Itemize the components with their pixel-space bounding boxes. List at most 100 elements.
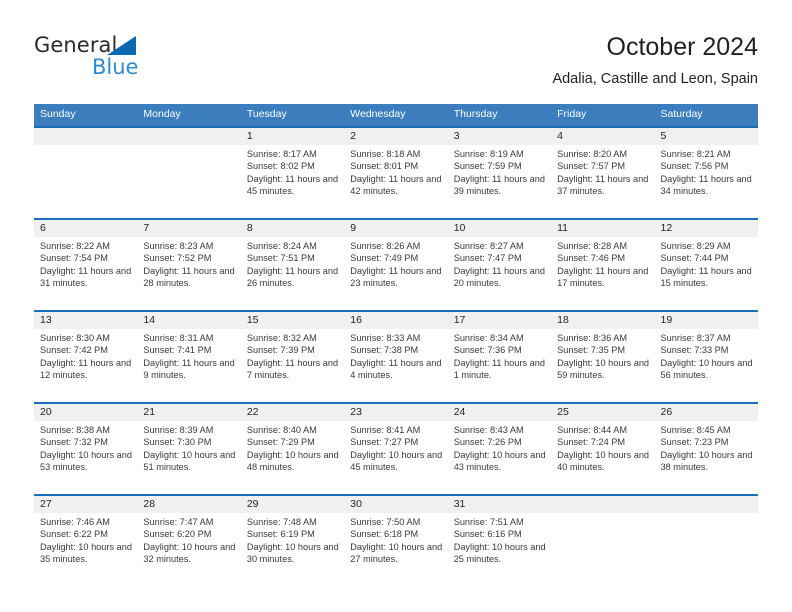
daylight-text: Daylight: 11 hours and 37 minutes. <box>557 173 649 197</box>
daylight-text: Daylight: 11 hours and 31 minutes. <box>40 265 132 289</box>
sunrise-text: Sunrise: 8:21 AM <box>660 149 731 159</box>
daylight-text: Daylight: 11 hours and 7 minutes. <box>246 357 339 381</box>
day-cell[interactable] <box>654 496 758 586</box>
day-details: Sunrise: 7:48 AM Sunset: 6:19 PM Dayligh… <box>241 513 344 566</box>
day-number: 13 <box>34 312 138 329</box>
week-row: 6 Sunrise: 8:22 AM Sunset: 7:54 PM Dayli… <box>34 218 758 310</box>
day-details: Sunrise: 8:20 AM Sunset: 7:57 PM Dayligh… <box>551 145 654 198</box>
day-number: 26 <box>654 404 758 421</box>
daylight-text: Daylight: 10 hours and 40 minutes. <box>557 449 650 473</box>
week-row: 20 Sunrise: 8:38 AM Sunset: 7:32 PM Dayl… <box>34 402 758 494</box>
day-cell[interactable]: 15 Sunrise: 8:32 AM Sunset: 7:39 PM Dayl… <box>240 312 345 402</box>
day-cell[interactable]: 22 Sunrise: 8:40 AM Sunset: 7:29 PM Dayl… <box>240 404 345 494</box>
day-cell[interactable]: 5 Sunrise: 8:21 AM Sunset: 7:56 PM Dayli… <box>654 128 758 218</box>
day-cell[interactable]: 19 Sunrise: 8:37 AM Sunset: 7:33 PM Dayl… <box>654 312 758 402</box>
daylight-text: Daylight: 10 hours and 32 minutes. <box>143 541 236 565</box>
day-cell[interactable]: 6 Sunrise: 8:22 AM Sunset: 7:54 PM Dayli… <box>34 220 138 310</box>
day-details <box>34 145 137 148</box>
day-cell[interactable]: 12 Sunrise: 8:29 AM Sunset: 7:44 PM Dayl… <box>654 220 758 310</box>
day-details: Sunrise: 8:26 AM Sunset: 7:49 PM Dayligh… <box>344 237 447 290</box>
day-cell[interactable]: 17 Sunrise: 8:34 AM Sunset: 7:36 PM Dayl… <box>447 312 552 402</box>
day-cell[interactable]: 23 Sunrise: 8:41 AM Sunset: 7:27 PM Dayl… <box>344 404 448 494</box>
page-subtitle: Adalia, Castille and Leon, Spain <box>552 71 758 87</box>
day-details: Sunrise: 8:27 AM Sunset: 7:47 PM Dayligh… <box>448 237 551 290</box>
day-cell[interactable]: 7 Sunrise: 8:23 AM Sunset: 7:52 PM Dayli… <box>137 220 241 310</box>
sunset-text: Sunset: 7:47 PM <box>453 253 522 264</box>
day-cell[interactable]: 28 Sunrise: 7:47 AM Sunset: 6:20 PM Dayl… <box>137 496 241 586</box>
sunrise-text: Sunrise: 8:43 AM <box>453 425 524 435</box>
sunrise-text: Sunrise: 8:23 AM <box>143 241 214 251</box>
day-details: Sunrise: 8:37 AM Sunset: 7:33 PM Dayligh… <box>655 329 758 382</box>
sunrise-text: Sunrise: 8:31 AM <box>143 333 214 343</box>
sunrise-text: Sunrise: 8:27 AM <box>453 241 524 251</box>
sunset-text: Sunset: 7:49 PM <box>350 253 419 264</box>
day-number: 25 <box>551 404 655 421</box>
day-cell[interactable]: 21 Sunrise: 8:39 AM Sunset: 7:30 PM Dayl… <box>137 404 241 494</box>
day-cell[interactable]: 18 Sunrise: 8:36 AM Sunset: 7:35 PM Dayl… <box>551 312 655 402</box>
day-cell[interactable]: 11 Sunrise: 8:28 AM Sunset: 7:46 PM Dayl… <box>551 220 655 310</box>
day-details: Sunrise: 8:31 AM Sunset: 7:41 PM Dayligh… <box>137 329 240 382</box>
day-cell[interactable]: 25 Sunrise: 8:44 AM Sunset: 7:24 PM Dayl… <box>551 404 655 494</box>
general-blue-logo[interactable]: General Blue <box>34 33 214 89</box>
day-details: Sunrise: 8:30 AM Sunset: 7:42 PM Dayligh… <box>34 329 137 382</box>
day-number: 12 <box>654 220 758 237</box>
day-number: 22 <box>240 404 345 421</box>
day-number: 20 <box>34 404 138 421</box>
daylight-text: Daylight: 10 hours and 35 minutes. <box>40 541 132 565</box>
sunset-text: Sunset: 7:57 PM <box>557 161 626 172</box>
daylight-text: Daylight: 10 hours and 51 minutes. <box>143 449 236 473</box>
day-number: 10 <box>447 220 552 237</box>
day-cell[interactable]: 14 Sunrise: 8:31 AM Sunset: 7:41 PM Dayl… <box>137 312 241 402</box>
day-number: 23 <box>344 404 448 421</box>
day-cell[interactable]: 16 Sunrise: 8:33 AM Sunset: 7:38 PM Dayl… <box>344 312 448 402</box>
day-cell[interactable] <box>551 496 655 586</box>
day-cell[interactable]: 4 Sunrise: 8:20 AM Sunset: 7:57 PM Dayli… <box>551 128 655 218</box>
day-cell[interactable]: 24 Sunrise: 8:43 AM Sunset: 7:26 PM Dayl… <box>447 404 552 494</box>
sunset-text: Sunset: 7:59 PM <box>453 161 522 172</box>
day-details: Sunrise: 8:29 AM Sunset: 7:44 PM Dayligh… <box>655 237 758 290</box>
day-cell[interactable]: 8 Sunrise: 8:24 AM Sunset: 7:51 PM Dayli… <box>240 220 345 310</box>
day-cell[interactable]: 1 Sunrise: 8:17 AM Sunset: 8:02 PM Dayli… <box>240 128 345 218</box>
day-cell[interactable]: 10 Sunrise: 8:27 AM Sunset: 7:47 PM Dayl… <box>447 220 552 310</box>
sunset-text: Sunset: 7:42 PM <box>40 345 108 356</box>
sunrise-text: Sunrise: 8:40 AM <box>246 425 317 435</box>
weekday-header-thursday: Thursday <box>453 108 498 120</box>
sunset-text: Sunset: 7:51 PM <box>246 253 315 264</box>
day-number: 18 <box>551 312 655 329</box>
day-number: 29 <box>240 496 345 513</box>
daylight-text: Daylight: 10 hours and 30 minutes. <box>246 541 339 565</box>
day-cell[interactable]: 27 Sunrise: 7:46 AM Sunset: 6:22 PM Dayl… <box>34 496 138 586</box>
sunset-text: Sunset: 7:26 PM <box>453 437 522 448</box>
weekday-header-saturday: Saturday <box>660 108 703 120</box>
sunset-text: Sunset: 8:01 PM <box>350 161 419 172</box>
sunset-text: Sunset: 7:29 PM <box>246 437 315 448</box>
sunset-text: Sunset: 7:52 PM <box>143 253 212 264</box>
sunset-text: Sunset: 6:22 PM <box>40 529 108 540</box>
day-cell[interactable]: 13 Sunrise: 8:30 AM Sunset: 7:42 PM Dayl… <box>34 312 138 402</box>
day-cell[interactable]: 30 Sunrise: 7:50 AM Sunset: 6:18 PM Dayl… <box>344 496 448 586</box>
day-number <box>654 496 758 513</box>
day-cell[interactable]: 2 Sunrise: 8:18 AM Sunset: 8:01 PM Dayli… <box>344 128 448 218</box>
day-cell[interactable]: 29 Sunrise: 7:48 AM Sunset: 6:19 PM Dayl… <box>240 496 345 586</box>
day-cell[interactable]: 26 Sunrise: 8:45 AM Sunset: 7:23 PM Dayl… <box>654 404 758 494</box>
day-cell[interactable]: 20 Sunrise: 8:38 AM Sunset: 7:32 PM Dayl… <box>34 404 138 494</box>
day-details: Sunrise: 8:24 AM Sunset: 7:51 PM Dayligh… <box>241 237 344 290</box>
day-cell[interactable] <box>137 128 241 218</box>
sunset-text: Sunset: 7:44 PM <box>660 253 729 264</box>
daylight-text: Daylight: 11 hours and 1 minute. <box>453 357 545 381</box>
calendar-grid: Sunday Monday Tuesday Wednesday Thursday… <box>34 104 758 586</box>
day-cell[interactable]: 31 Sunrise: 7:51 AM Sunset: 6:16 PM Dayl… <box>447 496 552 586</box>
sunrise-text: Sunrise: 7:47 AM <box>143 517 214 527</box>
sunset-text: Sunset: 7:33 PM <box>660 345 729 356</box>
day-details <box>655 513 758 516</box>
day-number: 1 <box>240 128 345 145</box>
title-block: October 2024 Adalia, Castille and Leon, … <box>552 32 758 88</box>
day-cell[interactable]: 3 Sunrise: 8:19 AM Sunset: 7:59 PM Dayli… <box>447 128 552 218</box>
sunset-text: Sunset: 7:35 PM <box>557 345 626 356</box>
day-details: Sunrise: 8:17 AM Sunset: 8:02 PM Dayligh… <box>241 145 344 198</box>
sunset-text: Sunset: 7:32 PM <box>40 437 108 448</box>
day-number: 8 <box>240 220 345 237</box>
sunrise-text: Sunrise: 8:26 AM <box>350 241 421 251</box>
day-cell[interactable] <box>34 128 138 218</box>
day-cell[interactable]: 9 Sunrise: 8:26 AM Sunset: 7:49 PM Dayli… <box>344 220 448 310</box>
